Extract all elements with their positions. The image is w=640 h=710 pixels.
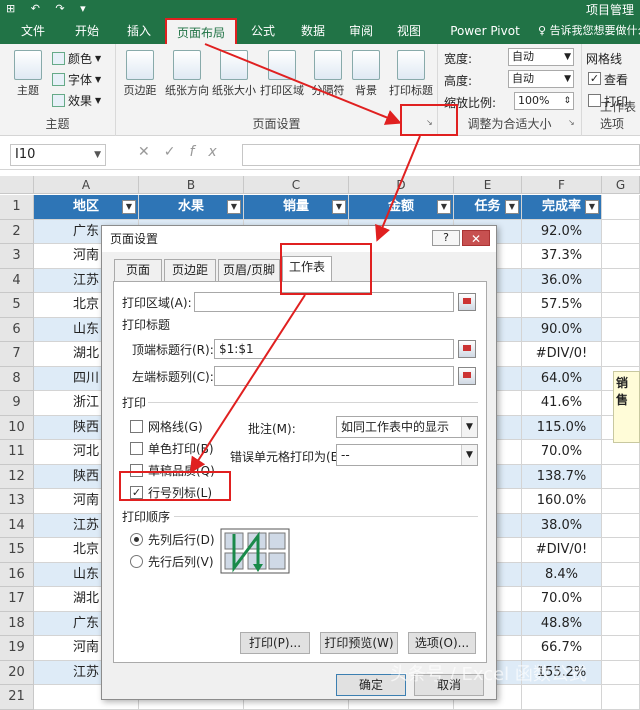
annotation-arrows — [189, 43, 421, 474]
arrow-to-checkbox — [189, 294, 306, 474]
watermark: 头条号 / Excel 函数公式 — [390, 664, 587, 685]
arrow-to-sheet-tab — [375, 135, 421, 242]
arrow-to-launcher — [204, 43, 402, 125]
